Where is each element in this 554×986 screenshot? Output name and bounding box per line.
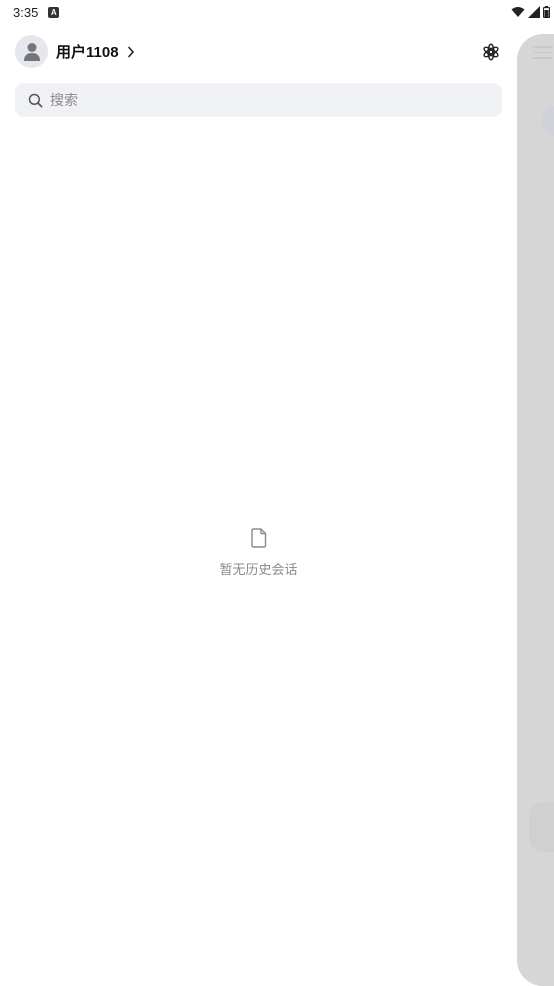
status-bar: 3:35 A [0, 0, 554, 24]
search-bar[interactable] [15, 83, 502, 117]
battery-icon [543, 6, 550, 18]
wifi-icon [511, 7, 525, 17]
peek-input-box [529, 802, 554, 852]
chevron-right-icon [127, 46, 135, 58]
main-content-peek-panel[interactable] [517, 34, 554, 986]
peek-avatar [541, 106, 554, 136]
menu-icon [533, 42, 553, 63]
search-input[interactable] [48, 91, 492, 109]
status-time: 3:35 [13, 4, 39, 20]
search-icon [28, 93, 43, 107]
app-notification-icon: A [48, 6, 60, 18]
empty-state: 暂无历史会话 [0, 528, 517, 578]
document-icon [250, 528, 266, 548]
status-right [511, 6, 550, 18]
avatar [15, 35, 48, 68]
history-drawer: 用户1108 搜索 暂无历史会话 [0, 24, 517, 986]
person-icon [23, 42, 40, 61]
signal-icon [528, 6, 540, 18]
settings-icon [483, 43, 499, 61]
status-left: 3:35 A [13, 4, 60, 20]
user-name: 用户1108 [56, 44, 119, 61]
screen: 3:35 A 用户1108 搜索 暂无历史会话 [0, 0, 554, 986]
user-profile-button[interactable]: 用户1108 [15, 35, 135, 68]
empty-state-message: 暂无历史会话 [219, 562, 298, 577]
settings-button[interactable] [479, 40, 503, 64]
